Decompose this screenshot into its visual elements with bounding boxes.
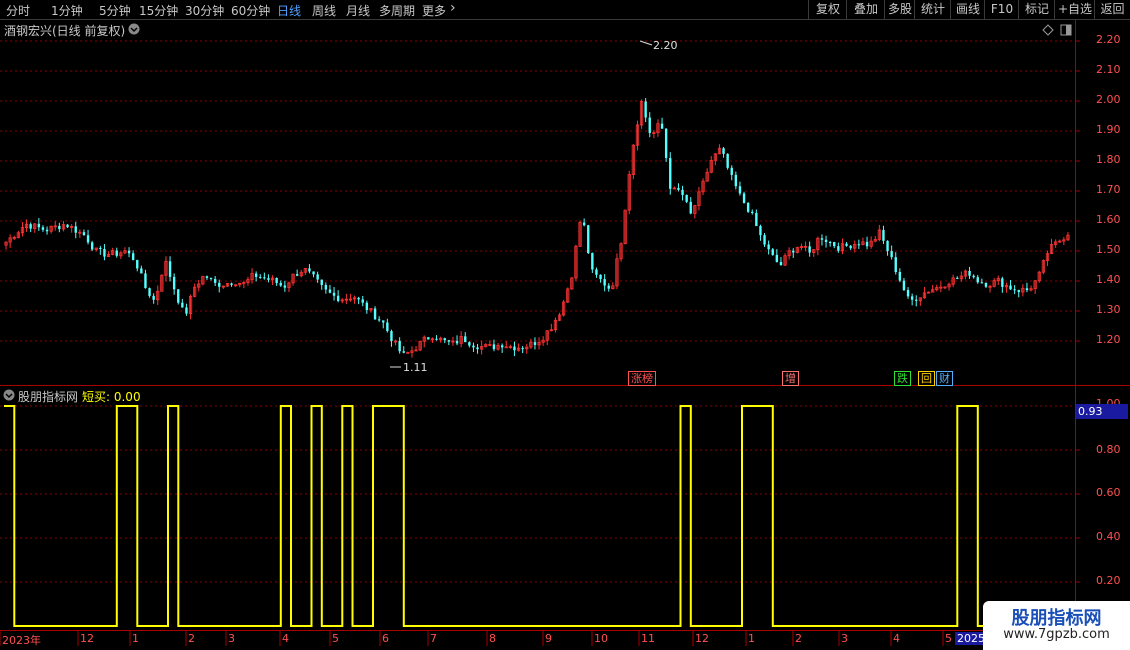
date-tick-label: 2 — [188, 632, 195, 645]
date-tick-label: 1 — [132, 632, 139, 645]
price-tick-label: 1.20 — [1096, 333, 1121, 346]
watermark-url: www.7gpzb.com — [1003, 627, 1110, 642]
f10-button[interactable]: F10 — [984, 0, 1019, 19]
mark-button[interactable]: 标记 — [1018, 0, 1055, 19]
add-watchlist-button[interactable]: +自选 — [1054, 0, 1095, 19]
date-tick-label: 6 — [382, 632, 389, 645]
period-tab-multi[interactable]: 多周期 — [379, 2, 415, 19]
price-y-axis: 2.20 2.10 2.00 1.90 1.80 1.70 1.60 1.50 … — [1076, 20, 1130, 385]
indicator-y-axis: 1.00 0.80 0.60 0.40 0.20 0.93 — [1076, 386, 1130, 630]
event-marker-limit-up[interactable]: 涨榜 — [628, 371, 656, 386]
date-tick-label: 2023年 — [2, 634, 41, 647]
indicator-tick-label: 0.40 — [1096, 530, 1121, 543]
event-marker-return[interactable]: 回 — [918, 371, 935, 386]
date-tick-label: 5 — [945, 632, 952, 645]
event-marker-increase[interactable]: 增 — [782, 371, 799, 386]
indicator-name: 股朋指标网 — [18, 390, 79, 404]
period-tab-15min[interactable]: 15分钟 — [139, 2, 178, 19]
price-tick-label: 2.10 — [1096, 63, 1121, 76]
price-tick-label: 2.00 — [1096, 93, 1121, 106]
low-price-label: 1.11 — [403, 361, 428, 374]
diamond-icon[interactable] — [1042, 24, 1054, 36]
back-button[interactable]: 返回 — [1094, 0, 1130, 19]
date-tick-label: 11 — [641, 632, 655, 645]
date-tick-label: 9 — [545, 632, 552, 645]
indicator-tick-label: 0.60 — [1096, 486, 1121, 499]
price-panel: 酒钢宏兴(日线 前复权) — [0, 20, 1130, 385]
date-tick-label: 12 — [695, 632, 709, 645]
indicator-series-value: 短买: 0.00 — [82, 390, 141, 404]
date-tick-label: 4 — [282, 632, 289, 645]
date-tick-label: 8 — [489, 632, 496, 645]
indicator-dropdown-icon[interactable] — [3, 389, 15, 401]
multi-stock-button[interactable]: 多股 — [884, 0, 915, 19]
price-tick-label: 1.60 — [1096, 213, 1121, 226]
date-tick-label: 3 — [228, 632, 235, 645]
period-tab-daily[interactable]: 日线 — [277, 2, 301, 19]
title-dropdown-icon[interactable] — [128, 23, 140, 35]
price-tick-label: 2.20 — [1096, 33, 1121, 46]
period-tab-timeshare[interactable]: 分时 — [6, 2, 30, 19]
price-tick-label: 1.50 — [1096, 243, 1121, 256]
price-tick-label: 1.70 — [1096, 183, 1121, 196]
price-tick-label: 1.90 — [1096, 123, 1121, 136]
period-tab-5min[interactable]: 5分钟 — [99, 2, 131, 19]
statistics-button[interactable]: 统计 — [914, 0, 951, 19]
watermark-logo: 股朋指标网 www.7gpzb.com — [983, 601, 1130, 650]
period-tab-monthly[interactable]: 月线 — [346, 2, 370, 19]
price-tick-label: 1.40 — [1096, 273, 1121, 286]
date-tick-label: 1 — [748, 632, 755, 645]
date-tick-label: 12 — [80, 632, 94, 645]
date-tick-label: 10 — [594, 632, 608, 645]
period-tab-30min[interactable]: 30分钟 — [185, 2, 224, 19]
draw-line-button[interactable]: 画线 — [950, 0, 985, 19]
date-tick-label: 3 — [841, 632, 848, 645]
period-tab-more[interactable]: 更多 — [422, 2, 446, 19]
indicator-tick-label: 0.80 — [1096, 443, 1121, 456]
event-marker-finance[interactable]: 财 — [936, 371, 953, 386]
period-tab-1min[interactable]: 1分钟 — [51, 2, 83, 19]
indicator-current-value: 0.93 — [1076, 404, 1128, 419]
date-tick-label: 7 — [430, 632, 437, 645]
indicator-panel: 股朋指标网 短买: 0.00 — [0, 386, 1130, 630]
price-tick-label: 1.30 — [1096, 303, 1121, 316]
overlay-button[interactable]: 叠加 — [846, 0, 885, 19]
period-toolbar: 分时 1分钟 5分钟 15分钟 30分钟 60分钟 日线 周线 月线 多周期 更… — [0, 0, 1130, 20]
period-tab-weekly[interactable]: 周线 — [312, 2, 336, 19]
indicator-tick-label: 0.20 — [1096, 574, 1121, 587]
date-tick-label: 4 — [893, 632, 900, 645]
restore-rights-button[interactable]: 复权 — [808, 0, 847, 19]
high-price-label: 2.20 — [653, 39, 678, 52]
date-tick-label: 2 — [795, 632, 802, 645]
stock-title: 酒钢宏兴(日线 前复权) — [4, 24, 126, 38]
date-tick-label: 5 — [332, 632, 339, 645]
period-tab-60min[interactable]: 60分钟 — [231, 2, 270, 19]
chevron-right-icon[interactable]: › — [450, 0, 456, 16]
date-axis: 2023年 12 1 2 3 4 5 6 7 8 9 10 11 12 1 2 3 4 5 2025/ — [0, 631, 1076, 650]
panel-layout-icon[interactable] — [1060, 24, 1072, 36]
price-tick-label: 1.80 — [1096, 153, 1121, 166]
event-marker-drop[interactable]: 跌 — [894, 371, 911, 386]
